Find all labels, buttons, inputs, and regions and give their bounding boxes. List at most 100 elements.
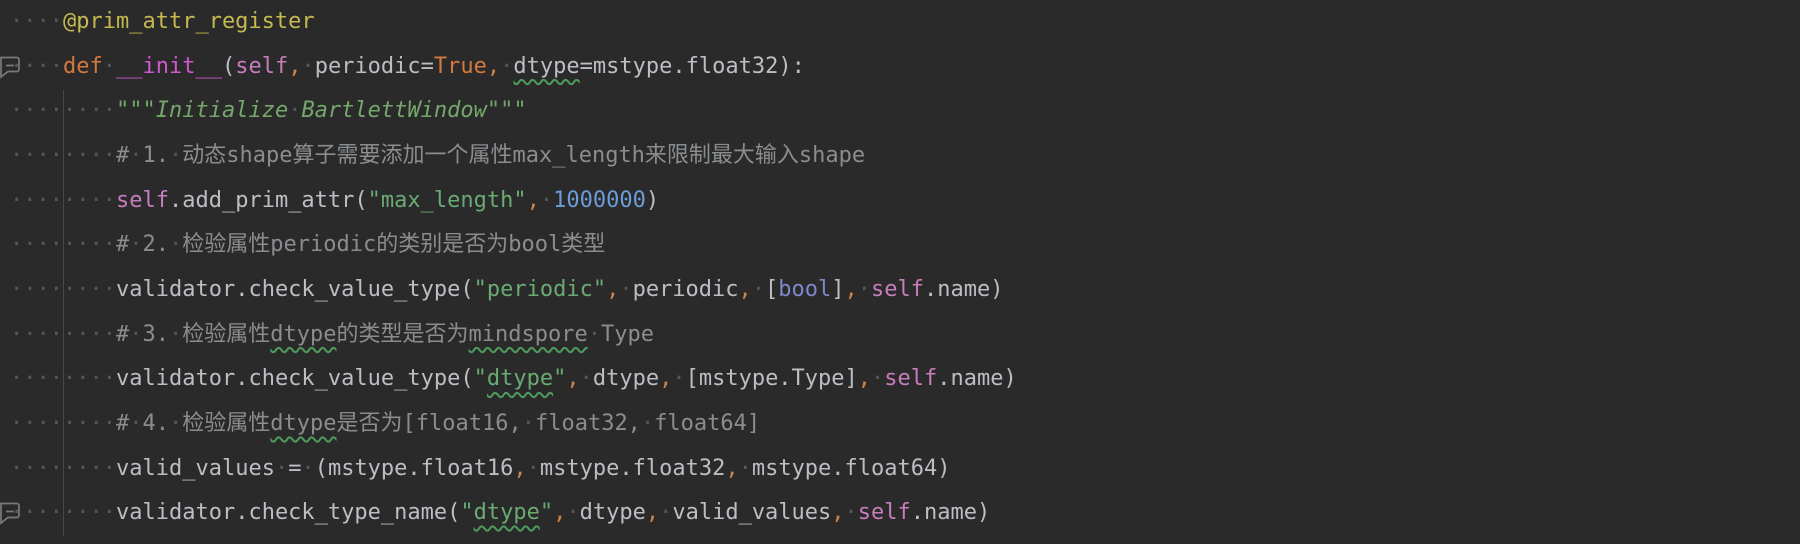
- code-token: valid_values: [672, 500, 831, 525]
- code-token: 的类型是否为: [337, 322, 469, 347]
- code-token: self: [871, 277, 924, 302]
- code-line[interactable]: ····def·__init__(self,·periodic=True,·dt…: [10, 45, 1800, 90]
- whitespace-dot: ·: [10, 411, 23, 436]
- code-line[interactable]: ········validator.check_value_type("peri…: [10, 268, 1800, 313]
- whitespace-dot: ·: [23, 232, 36, 257]
- code-line[interactable]: ········self.add_prim_attr("max_length",…: [10, 179, 1800, 224]
- code-line[interactable]: ········#·2.·检验属性periodic的类别是否为bool类型: [10, 223, 1800, 268]
- whitespace-dot: ·: [103, 456, 116, 481]
- code-token: ,: [566, 366, 579, 391]
- whitespace-dot: ·: [37, 366, 50, 391]
- whitespace-dot: ·: [23, 277, 36, 302]
- code-token: 是否为[float16,: [337, 411, 522, 436]
- whitespace-dot: ·: [50, 54, 63, 79]
- whitespace-dot: ·: [76, 277, 89, 302]
- code-token: ): [646, 188, 659, 213]
- whitespace-dot: ·: [90, 411, 103, 436]
- whitespace-dot: ·: [301, 54, 314, 79]
- whitespace-dot: ·: [23, 500, 36, 525]
- code-line[interactable]: ········validator.check_value_type("dtyp…: [10, 357, 1800, 402]
- whitespace-dot: ·: [76, 188, 89, 213]
- code-token: dtype: [270, 411, 336, 436]
- whitespace-dot: ·: [871, 366, 884, 391]
- whitespace-dot: ·: [10, 322, 23, 347]
- whitespace-dot: ·: [10, 98, 23, 123]
- whitespace-dot: ·: [90, 143, 103, 168]
- code-token: dtype: [270, 322, 336, 347]
- whitespace-dot: ·: [103, 54, 116, 79]
- code-editor[interactable]: ····@prim_attr_register····def·__init__(…: [0, 0, 1800, 536]
- whitespace-dot: ·: [37, 411, 50, 436]
- whitespace-dot: ·: [50, 456, 63, 481]
- code-token: ": [474, 366, 487, 391]
- whitespace-dot: ·: [63, 500, 76, 525]
- whitespace-dot: ·: [659, 500, 672, 525]
- whitespace-dot: ·: [23, 456, 36, 481]
- code-line[interactable]: ········"""Initialize·BartlettWindow""": [10, 89, 1800, 134]
- code-line[interactable]: ········#·4.·检验属性dtype是否为[float16,·float…: [10, 402, 1800, 447]
- code-token: ,: [725, 456, 738, 481]
- code-token: mstype.float32: [540, 456, 725, 481]
- code-token: float32,: [535, 411, 641, 436]
- code-token: mstype.float32: [593, 54, 778, 79]
- code-token: dtype: [513, 54, 579, 79]
- code-token: dtype: [593, 366, 659, 391]
- code-token: self: [858, 500, 911, 525]
- code-token: validator.check_value_type(: [116, 277, 474, 302]
- whitespace-dot: ·: [23, 98, 36, 123]
- whitespace-dot: ·: [37, 9, 50, 34]
- whitespace-dot: ·: [103, 411, 116, 436]
- whitespace-dot: ·: [10, 232, 23, 257]
- whitespace-dot: ·: [76, 98, 89, 123]
- code-token: dtype: [487, 366, 553, 391]
- code-token: True: [434, 54, 487, 79]
- code-token: #: [116, 322, 129, 347]
- whitespace-dot: ·: [169, 143, 182, 168]
- comment-marker-icon[interactable]: [0, 53, 24, 81]
- code-token: .name): [911, 500, 990, 525]
- code-token: ,: [606, 277, 619, 302]
- whitespace-dot: ·: [63, 277, 76, 302]
- whitespace-dot: ·: [76, 143, 89, 168]
- code-token: self: [884, 366, 937, 391]
- code-line[interactable]: ····@prim_attr_register: [10, 0, 1800, 45]
- code-line[interactable]: ········#·1.·动态shape算子需要添加一个属性max_length…: [10, 134, 1800, 179]
- whitespace-dot: ·: [50, 9, 63, 34]
- code-token: self: [116, 188, 169, 213]
- whitespace-dot: ·: [63, 366, 76, 391]
- code-area[interactable]: ····@prim_attr_register····def·__init__(…: [0, 0, 1800, 536]
- comment-marker-icon[interactable]: [0, 499, 24, 527]
- code-token: dtype: [474, 500, 540, 525]
- code-line[interactable]: ········valid_values·=·(mstype.float16,·…: [10, 447, 1800, 492]
- whitespace-dot: ·: [10, 277, 23, 302]
- whitespace-dot: ·: [103, 143, 116, 168]
- code-token: ,: [487, 54, 500, 79]
- whitespace-dot: ·: [90, 322, 103, 347]
- code-token: @prim_attr_register: [63, 9, 315, 34]
- whitespace-dot: ·: [103, 232, 116, 257]
- whitespace-dot: ·: [63, 143, 76, 168]
- whitespace-dot: ·: [50, 500, 63, 525]
- whitespace-dot: ·: [37, 188, 50, 213]
- code-token: 2.: [143, 232, 170, 257]
- whitespace-dot: ·: [10, 188, 23, 213]
- whitespace-dot: ·: [619, 277, 632, 302]
- code-token: .add_prim_attr(: [169, 188, 368, 213]
- code-line[interactable]: ········#·3.·检验属性dtype的类型是否为mindspore·Ty…: [10, 313, 1800, 358]
- code-token: Type: [601, 322, 654, 347]
- code-token: ,: [858, 366, 871, 391]
- whitespace-dot: ·: [527, 456, 540, 481]
- whitespace-dot: ·: [76, 500, 89, 525]
- code-token: dtype: [580, 500, 646, 525]
- whitespace-dot: ·: [103, 277, 116, 302]
- whitespace-dot: ·: [10, 143, 23, 168]
- code-token: ,: [739, 277, 752, 302]
- whitespace-dot: ·: [63, 456, 76, 481]
- whitespace-dot: ·: [63, 411, 76, 436]
- whitespace-dot: ·: [23, 143, 36, 168]
- whitespace-dot: ·: [76, 322, 89, 347]
- whitespace-dot: ·: [301, 456, 314, 481]
- whitespace-dot: ·: [50, 143, 63, 168]
- code-line[interactable]: ········validator.check_type_name("dtype…: [10, 491, 1800, 536]
- code-token: float64]: [654, 411, 760, 436]
